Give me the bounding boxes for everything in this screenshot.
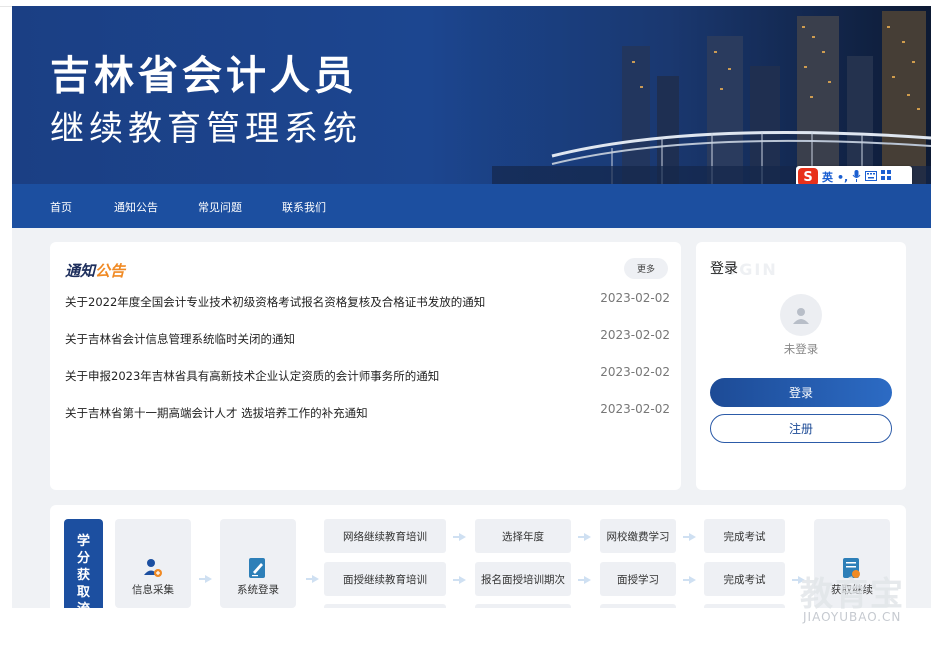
arrow-right-icon — [578, 533, 591, 541]
notice-heading-part2: 公告 — [95, 262, 126, 280]
arrow-right-icon — [199, 575, 212, 583]
login-status-text: 未登录 — [783, 342, 819, 356]
login-heading: 登录 — [710, 261, 738, 277]
notice-heading-part1: 通知 — [65, 262, 96, 280]
arrow-right-icon — [306, 575, 319, 583]
notice-item-date: 2023-02-02 — [600, 328, 670, 342]
notice-item-title[interactable]: 关于吉林省第十一期高端会计人才 选拔培养工作的补充通知 — [65, 405, 368, 421]
step-card-label: 信息采集 — [132, 584, 174, 596]
nav-home[interactable]: 首页 — [50, 199, 72, 215]
step-online-training[interactable]: 网络继续教育培训 — [324, 519, 446, 553]
banner-title: 吉林省会计人员 — [50, 53, 358, 99]
step-complete-exam[interactable]: 完成考试 — [704, 562, 785, 596]
notice-heading: 通知公告 — [65, 260, 125, 281]
credit-process-panel: 学分获取流 信息采集 系统登录 网络继续教育培训 选择年度 网校缴费学习 完成考… — [50, 505, 906, 608]
step-card-label: 系统登录 — [237, 584, 279, 596]
edit-document-icon — [249, 558, 265, 578]
nav-contact[interactable]: 联系我们 — [282, 199, 326, 215]
arrow-right-icon — [453, 576, 466, 584]
user-avatar-icon — [780, 294, 822, 336]
sogou-ime-icon[interactable]: S — [798, 168, 818, 184]
ime-lang-toggle[interactable]: 英 — [822, 169, 833, 184]
keyboard-icon[interactable] — [865, 170, 878, 184]
step-complete-exam[interactable]: 完成考试 — [704, 519, 785, 553]
user-add-icon — [144, 559, 162, 577]
step-card-info-collection[interactable]: 信息采集 — [115, 519, 191, 608]
city-skyline-image — [492, 6, 931, 184]
step-select-year[interactable]: 选择年度 — [475, 519, 571, 553]
process-label: 学分获取流 — [64, 519, 103, 608]
arrow-right-icon — [683, 533, 696, 541]
arrow-right-icon — [578, 576, 591, 584]
arrow-right-icon — [453, 533, 466, 541]
ime-toolbar[interactable]: S 英 •, — [796, 166, 912, 184]
main-nav: 首页 通知公告 常见问题 联系我们 — [12, 184, 931, 228]
nav-notices[interactable]: 通知公告 — [114, 199, 158, 215]
notice-item-title[interactable]: 关于申报2023年吉林省具有高新技术企业认定资质的会计师事务所的通知 — [65, 368, 439, 384]
step-offline-study[interactable]: 面授学习 — [600, 562, 676, 596]
arrow-right-icon — [683, 576, 696, 584]
step-row3-partial — [704, 604, 785, 608]
step-online-payment[interactable]: 网校缴费学习 — [600, 519, 676, 553]
grid-icon[interactable] — [881, 170, 892, 184]
step-offline-training[interactable]: 面授继续教育培训 — [324, 562, 446, 596]
notice-item[interactable]: 关于申报2023年吉林省具有高新技术企业认定资质的会计师事务所的通知 2023-… — [65, 365, 670, 388]
notice-item-date: 2023-02-02 — [600, 365, 670, 379]
site-watermark: 教育宝 — [800, 574, 905, 613]
notice-item-date: 2023-02-02 — [600, 402, 670, 416]
mic-icon[interactable] — [852, 169, 861, 185]
step-card-system-login[interactable]: 系统登录 — [220, 519, 296, 608]
process-label-text: 学分获取流 — [76, 534, 90, 608]
header-banner: 吉林省会计人员 继续教育管理系统 S 英 •, — [12, 6, 931, 184]
banner-subtitle: 继续教育管理系统 — [50, 109, 362, 149]
register-button[interactable]: 注册 — [710, 414, 892, 443]
step-row3-partial — [600, 604, 676, 608]
notice-item[interactable]: 关于吉林省会计信息管理系统临时关闭的通知 2023-02-02 — [65, 328, 670, 351]
notice-item-title[interactable]: 关于吉林省会计信息管理系统临时关闭的通知 — [65, 331, 295, 347]
step-row3-partial — [324, 604, 446, 608]
notice-item[interactable]: 关于2022年度全国会计专业技术初级资格考试报名资格复核及合格证书发放的通知 2… — [65, 291, 670, 314]
step-register-session[interactable]: 报名面授培训期次 — [475, 562, 571, 596]
login-panel: LOGIN 登录 未登录 登录 注册 — [696, 242, 906, 490]
notice-item[interactable]: 关于吉林省第十一期高端会计人才 选拔培养工作的补充通知 2023-02-02 — [65, 402, 670, 425]
more-button[interactable]: 更多 — [624, 258, 668, 279]
ime-punct-toggle[interactable]: •, — [837, 171, 848, 184]
login-button[interactable]: 登录 — [710, 378, 892, 407]
site-watermark-url: JIAOYUBAO.CN — [803, 610, 902, 624]
notice-item-date: 2023-02-02 — [600, 291, 670, 305]
nav-faq[interactable]: 常见问题 — [198, 199, 242, 215]
notice-item-title[interactable]: 关于2022年度全国会计专业技术初级资格考试报名资格复核及合格证书发放的通知 — [65, 294, 485, 310]
step-row3-partial — [475, 604, 571, 608]
notice-panel: 通知公告 更多 关于2022年度全国会计专业技术初级资格考试报名资格复核及合格证… — [50, 242, 681, 490]
